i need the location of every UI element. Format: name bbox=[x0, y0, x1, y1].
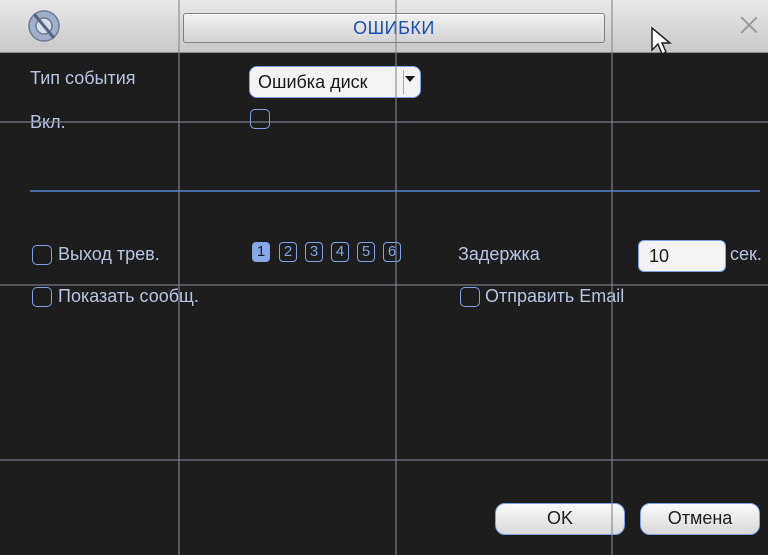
alarm-channel-2[interactable]: 2 bbox=[279, 242, 297, 262]
grid-line bbox=[0, 459, 768, 461]
show-message-checkbox[interactable] bbox=[32, 287, 52, 307]
delay-unit-label: сек. bbox=[730, 244, 762, 264]
grid-line bbox=[611, 0, 613, 555]
send-email-label: Отправить Email bbox=[485, 286, 625, 306]
alarm-channel-4[interactable]: 4 bbox=[331, 242, 349, 262]
logo-icon bbox=[28, 10, 60, 42]
close-icon[interactable] bbox=[738, 14, 760, 36]
grid-line bbox=[395, 0, 397, 555]
dropdown-separator bbox=[403, 70, 404, 94]
cancel-button[interactable]: Отмена bbox=[640, 503, 760, 535]
alarm-out-checkbox[interactable] bbox=[32, 245, 52, 265]
alarm-channel-6[interactable]: 6 bbox=[383, 242, 401, 262]
enable-checkbox[interactable] bbox=[250, 109, 270, 129]
delay-value: 10 bbox=[649, 246, 670, 266]
event-type-label: Тип события bbox=[30, 68, 136, 88]
delay-input[interactable]: 10 bbox=[638, 240, 726, 272]
alarm-out-label: Выход трев. bbox=[58, 244, 160, 264]
delay-label: Задержка bbox=[458, 244, 540, 264]
alarm-channel-3[interactable]: 3 bbox=[305, 242, 323, 262]
grid-line bbox=[178, 0, 180, 555]
title-bar: ОШИБКИ bbox=[0, 0, 768, 56]
window-title: ОШИБКИ bbox=[353, 18, 435, 38]
grid-line bbox=[0, 121, 768, 123]
alarm-channel-5[interactable]: 5 bbox=[357, 242, 375, 262]
chevron-down-icon bbox=[405, 76, 415, 82]
event-type-value: Ошибка диск bbox=[258, 72, 368, 92]
send-email-checkbox[interactable] bbox=[460, 287, 480, 307]
mouse-cursor-icon bbox=[651, 26, 672, 56]
ok-button[interactable]: OK bbox=[495, 503, 625, 535]
grid-line bbox=[0, 284, 768, 286]
alarm-channel-1[interactable]: 1 bbox=[252, 242, 270, 262]
